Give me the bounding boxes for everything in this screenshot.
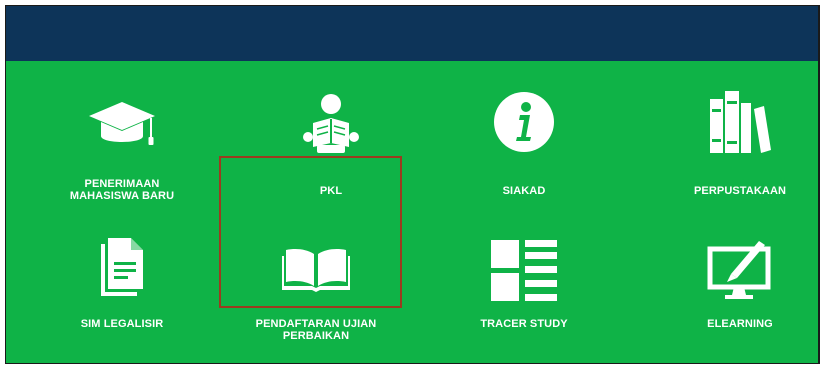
books-icon <box>710 91 771 153</box>
menu-item-label-line2: MAHASISWA BARU <box>69 190 175 202</box>
menu-item-label-line1: PENDAFTARAN UJIAN <box>255 318 377 330</box>
menu-item-tracer-study[interactable]: TRACER STUDY <box>444 224 604 363</box>
menu-item-pkl[interactable]: PKL <box>251 81 411 221</box>
menu-item-label-line1: PENERIMAAN <box>84 178 160 190</box>
monitor-pen-icon <box>707 241 771 299</box>
info-icon <box>494 92 554 152</box>
menu-item-label: SIM LEGALISIR <box>80 318 164 330</box>
menu-item-perpustakaan[interactable]: PERPUSTAKAAN <box>660 81 818 221</box>
menu-item-label: TRACER STUDY <box>480 318 568 330</box>
menu-item-siakad[interactable]: SIAKAD <box>444 81 604 221</box>
menu-item-penerimaan-mahasiswa-baru[interactable]: PENERIMAAN MAHASISWA BARU <box>42 81 202 221</box>
menu-item-label: PERPUSTAKAAN <box>693 185 787 197</box>
document-icon <box>101 238 143 296</box>
menu-item-elearning[interactable]: ELEARNING <box>660 224 818 363</box>
list-layout-icon <box>491 240 557 301</box>
portal-window: PENERIMAAN MAHASISWA BARU PKL SIAKAD PER… <box>5 5 820 364</box>
menu-item-label-line2: PERBAIKAN <box>282 330 350 342</box>
menu-item-sim-legalisir[interactable]: SIM LEGALISIR <box>42 224 202 363</box>
graduation-cap-icon <box>89 102 155 145</box>
menu-item-label: PKL <box>319 185 343 197</box>
open-book-icon <box>282 249 350 292</box>
reading-person-icon <box>303 94 359 153</box>
menu-grid: PENERIMAAN MAHASISWA BARU PKL SIAKAD PER… <box>6 61 818 363</box>
header-bar <box>6 6 818 61</box>
menu-item-label: ELEARNING <box>707 318 773 330</box>
menu-item-label: SIAKAD <box>502 185 546 197</box>
menu-item-pendaftaran-ujian-perbaikan[interactable]: PENDAFTARAN UJIAN PERBAIKAN <box>236 224 396 363</box>
